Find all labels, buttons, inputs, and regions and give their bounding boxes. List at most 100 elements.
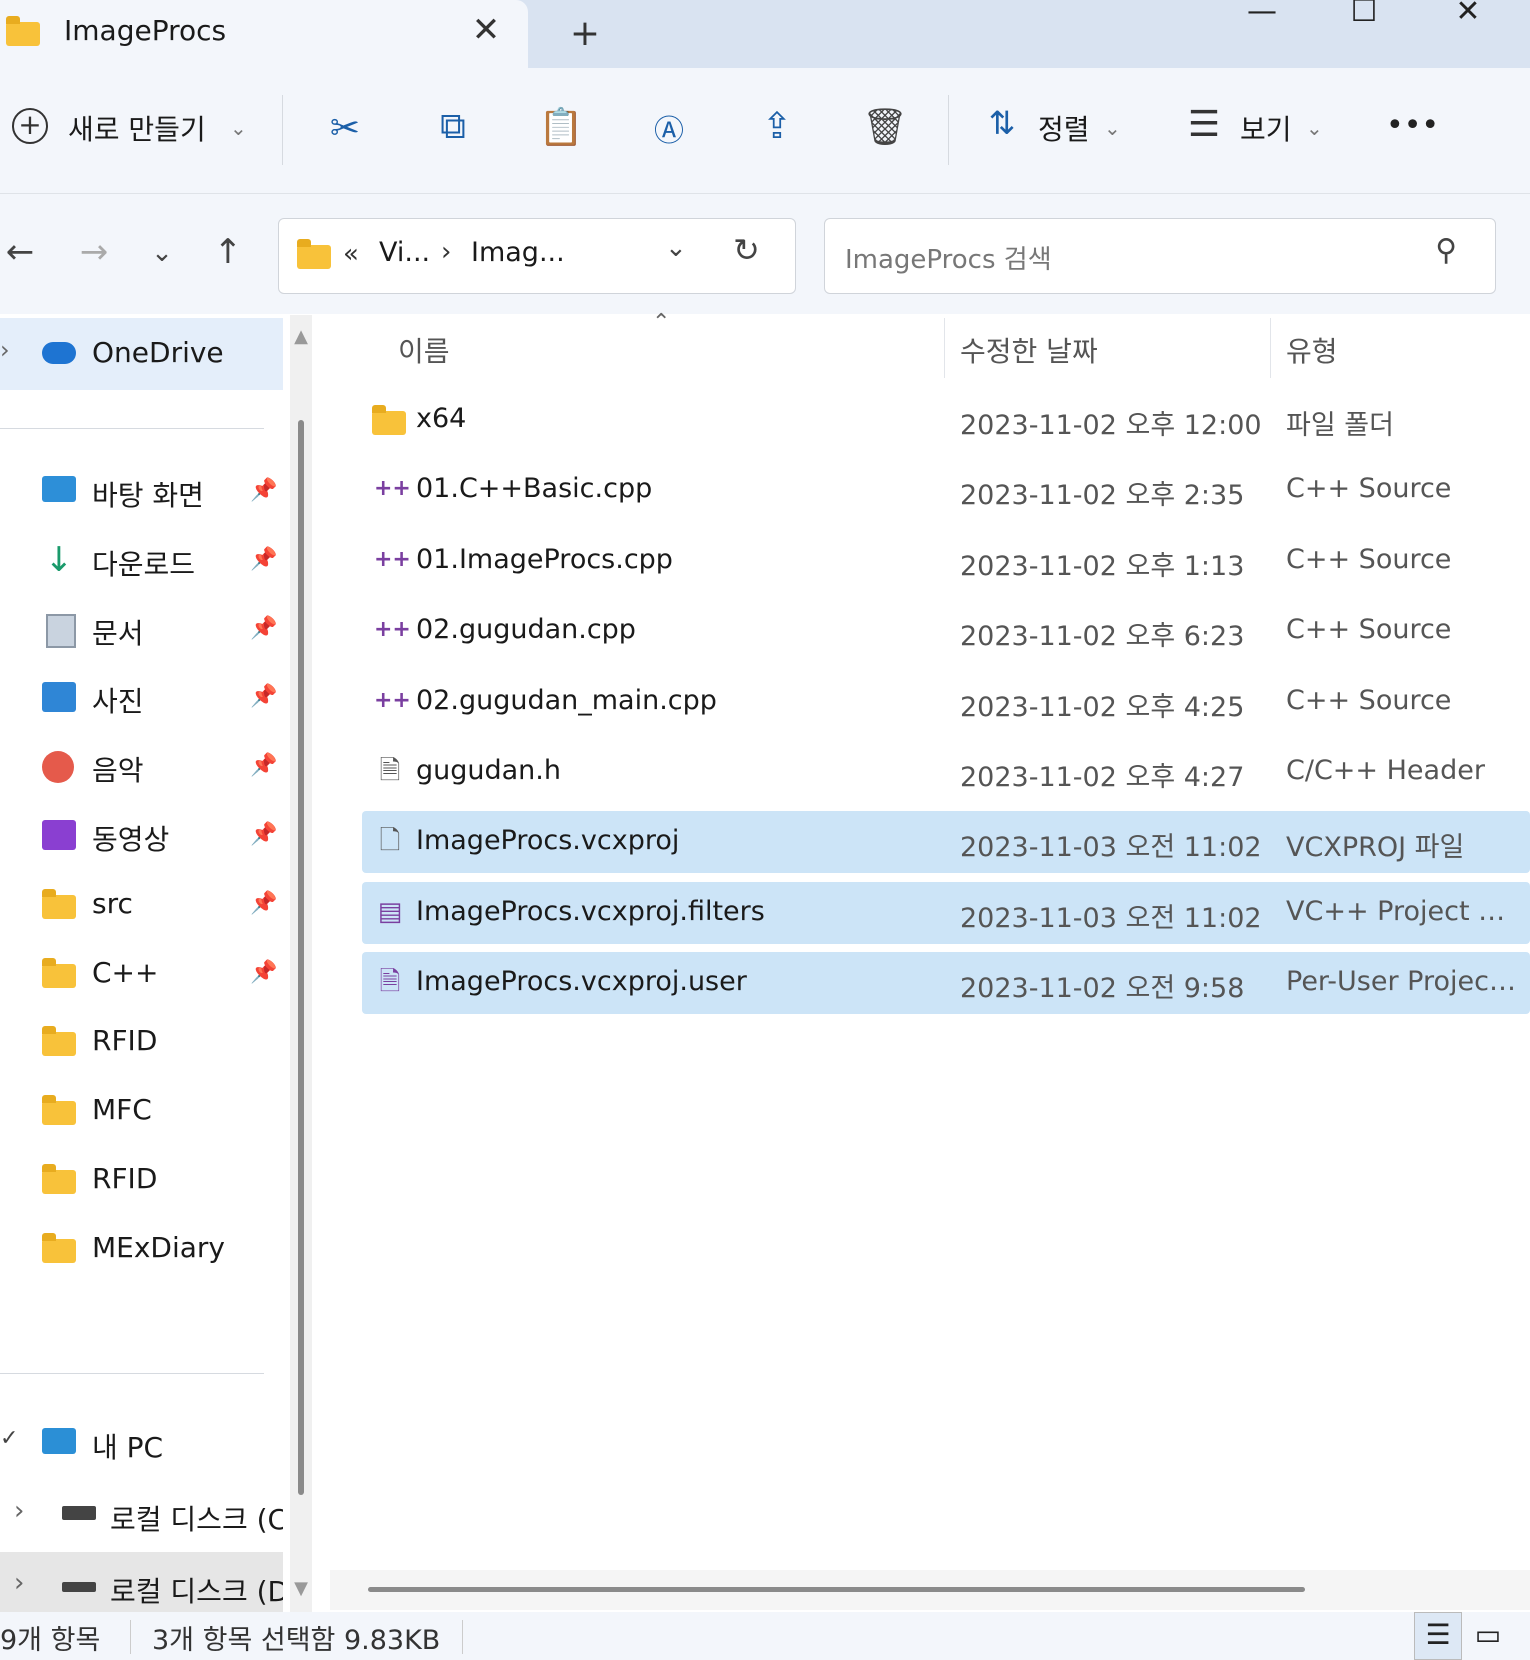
- breadcrumb-item[interactable]: Imag...: [471, 237, 565, 268]
- scroll-up-icon[interactable]: ▲: [290, 326, 312, 347]
- refresh-icon[interactable]: ↻: [733, 231, 760, 269]
- chevron-right-icon[interactable]: ›: [14, 1568, 24, 1598]
- file-row[interactable]: 🗋 ImageProcs.vcxproj 2023-11-03 오전 11:02 VC…: [362, 811, 1530, 874]
- sidebar-item-this-pc[interactable]: ✓ 내 PC: [0, 1408, 283, 1480]
- sidebar-scroll-thumb[interactable]: [298, 420, 304, 1495]
- sidebar-item-사진[interactable]: 사진 📌: [0, 662, 283, 734]
- pin-icon[interactable]: 📌: [250, 960, 277, 985]
- sidebar-item-label: 내 PC: [92, 1431, 164, 1464]
- column-divider[interactable]: [944, 318, 945, 378]
- file-type: C++ Source: [1286, 614, 1452, 646]
- chevron-down-icon: ⌄: [230, 116, 247, 140]
- view-button[interactable]: ☰ 보기 ⌄: [1184, 104, 1334, 156]
- pin-icon[interactable]: 📌: [250, 891, 277, 916]
- file-row[interactable]: ++ 02.gugudan_main.cpp 2023-11-02 오후 4:25 C…: [362, 671, 1530, 733]
- file-type: C++ Source: [1286, 684, 1452, 716]
- pin-icon[interactable]: 📌: [250, 547, 277, 572]
- new-button[interactable]: + 새로 만들기 ⌄: [12, 106, 272, 156]
- details-view-button[interactable]: ☰: [1414, 1612, 1462, 1660]
- file-date: 2023-11-02 오후 12:00: [960, 410, 1262, 441]
- sidebar-item-src[interactable]: src 📌: [0, 869, 283, 941]
- back-arrow-icon[interactable]: ←: [0, 232, 40, 272]
- toolbar-divider: [282, 95, 283, 165]
- breadcrumb-item[interactable]: Vi...: [379, 237, 430, 268]
- scroll-down-icon[interactable]: ▼: [290, 1578, 312, 1599]
- minimize-button[interactable]: —: [1234, 0, 1290, 30]
- sidebar-item-mexdiary[interactable]: MExDiary: [0, 1213, 283, 1285]
- chevron-expanded-icon[interactable]: ✓: [0, 1426, 18, 1451]
- file-row[interactable]: 🗎 ImageProcs.vcxproj.user 2023-11-02 오전 9:…: [362, 952, 1530, 1015]
- pin-icon[interactable]: 📌: [250, 822, 277, 847]
- copy-icon[interactable]: ⧉: [430, 106, 476, 148]
- file-row[interactable]: ++ 01.C++Basic.cpp 2023-11-02 오후 2:35 C++ S…: [362, 459, 1530, 521]
- sidebar-item-동영상[interactable]: 동영상 📌: [0, 800, 283, 872]
- delete-icon[interactable]: 🗑: [862, 106, 908, 148]
- drive-icon: [62, 1582, 96, 1592]
- sidebar-item-label: MExDiary: [92, 1230, 225, 1264]
- sidebar-item-c++[interactable]: C++ 📌: [0, 938, 283, 1010]
- new-tab-button[interactable]: +: [565, 14, 605, 54]
- sort-button[interactable]: ⇅ 정렬 ⌄: [982, 104, 1132, 156]
- file-type: C++ Source: [1286, 473, 1452, 505]
- sidebar-item-rfid[interactable]: RFID: [0, 1006, 283, 1078]
- column-header-date[interactable]: 수정한 날짜: [960, 330, 1098, 370]
- horizontal-scroll-thumb[interactable]: [368, 1587, 1305, 1592]
- column-header-type[interactable]: 유형: [1286, 330, 1338, 370]
- cut-icon[interactable]: ✂: [322, 108, 368, 149]
- chevron-down-icon: ⌄: [1306, 116, 1323, 140]
- tiles-view-button[interactable]: ▭: [1464, 1612, 1512, 1660]
- sidebar-item-drive-c[interactable]: › 로컬 디스크 (C: [0, 1480, 283, 1552]
- folder-icon: [42, 1232, 76, 1263]
- column-header-name[interactable]: 이름: [398, 330, 450, 370]
- up-arrow-icon[interactable]: ↑: [208, 232, 248, 272]
- file-type: 파일 폴더: [1286, 410, 1394, 441]
- breadcrumb-separator: ›: [441, 237, 452, 267]
- forward-arrow-icon[interactable]: →: [74, 232, 114, 272]
- address-bar[interactable]: « Vi... › Imag... ⌄ ↻: [278, 218, 796, 294]
- search-box[interactable]: ImageProcs 검색 ⚲: [824, 218, 1496, 294]
- pin-icon[interactable]: 📌: [250, 684, 277, 709]
- sidebar-item-문서[interactable]: 문서 📌: [0, 594, 283, 666]
- sidebar-item-label: 동영상: [92, 823, 170, 856]
- sidebar-item-음악[interactable]: 음악 📌: [0, 731, 283, 803]
- file-name: ImageProcs.vcxproj.filters: [416, 895, 765, 927]
- sidebar-divider: [0, 428, 264, 429]
- sidebar-item-rfid[interactable]: RFID: [0, 1144, 283, 1216]
- pin-icon[interactable]: 📌: [250, 616, 277, 641]
- file-row[interactable]: 🗎 gugudan.h 2023-11-02 오후 4:27 C/C++ Header: [362, 741, 1530, 803]
- sidebar-item-바탕-화면[interactable]: 바탕 화면 📌: [0, 456, 283, 528]
- folder-icon: [42, 1026, 76, 1057]
- file-row[interactable]: ▤ ImageProcs.vcxproj.filters 2023-11-03 오전…: [362, 881, 1530, 944]
- breadcrumb-overflow[interactable]: «: [343, 239, 359, 269]
- sidebar-item-label: 문서: [92, 616, 144, 650]
- file-type: C++ Source: [1286, 543, 1452, 575]
- download-icon: ↓: [44, 539, 74, 580]
- tab-imageprocs[interactable]: ImageProcs ✕: [0, 0, 528, 68]
- rename-icon[interactable]: Ⓐ: [646, 106, 692, 150]
- close-tab-button[interactable]: ✕: [466, 10, 506, 50]
- search-icon[interactable]: ⚲: [1435, 233, 1457, 268]
- file-row[interactable]: ++ 01.ImageProcs.cpp 2023-11-02 오후 1:13 C++…: [362, 530, 1530, 592]
- sidebar-item-onedrive[interactable]: › OneDrive: [0, 318, 283, 390]
- view-label: 보기: [1240, 113, 1292, 146]
- sidebar-item-mfc[interactable]: MFC: [0, 1075, 283, 1147]
- maximize-button[interactable]: ☐: [1336, 0, 1392, 30]
- file-date: 2023-11-03 오전 11:02: [960, 832, 1262, 864]
- user-file-icon: 🗎: [379, 967, 401, 998]
- file-row[interactable]: ++ 02.gugudan.cpp 2023-11-02 오후 6:23 C++ So…: [362, 600, 1530, 662]
- pin-icon[interactable]: 📌: [250, 478, 277, 503]
- column-divider[interactable]: [1270, 318, 1271, 378]
- address-dropdown-icon[interactable]: ⌄: [665, 233, 687, 263]
- chevron-right-icon[interactable]: ›: [0, 336, 10, 364]
- file-row[interactable]: x64 2023-11-02 오후 12:00 파일 폴더: [362, 389, 1530, 451]
- sidebar-item-label: 다운로드: [92, 547, 196, 581]
- more-options-button[interactable]: •••: [1386, 108, 1439, 143]
- cpp-file-icon: ++: [374, 687, 411, 713]
- sidebar-item-다운로드[interactable]: ↓ 다운로드 📌: [0, 525, 283, 597]
- recent-chevron-icon[interactable]: ⌄: [142, 238, 182, 268]
- close-window-button[interactable]: ✕: [1440, 0, 1496, 30]
- pin-icon[interactable]: 📌: [250, 753, 277, 778]
- paste-icon[interactable]: 📋: [538, 106, 584, 148]
- chevron-right-icon[interactable]: ›: [14, 1496, 24, 1526]
- share-icon[interactable]: ⇪: [754, 106, 800, 147]
